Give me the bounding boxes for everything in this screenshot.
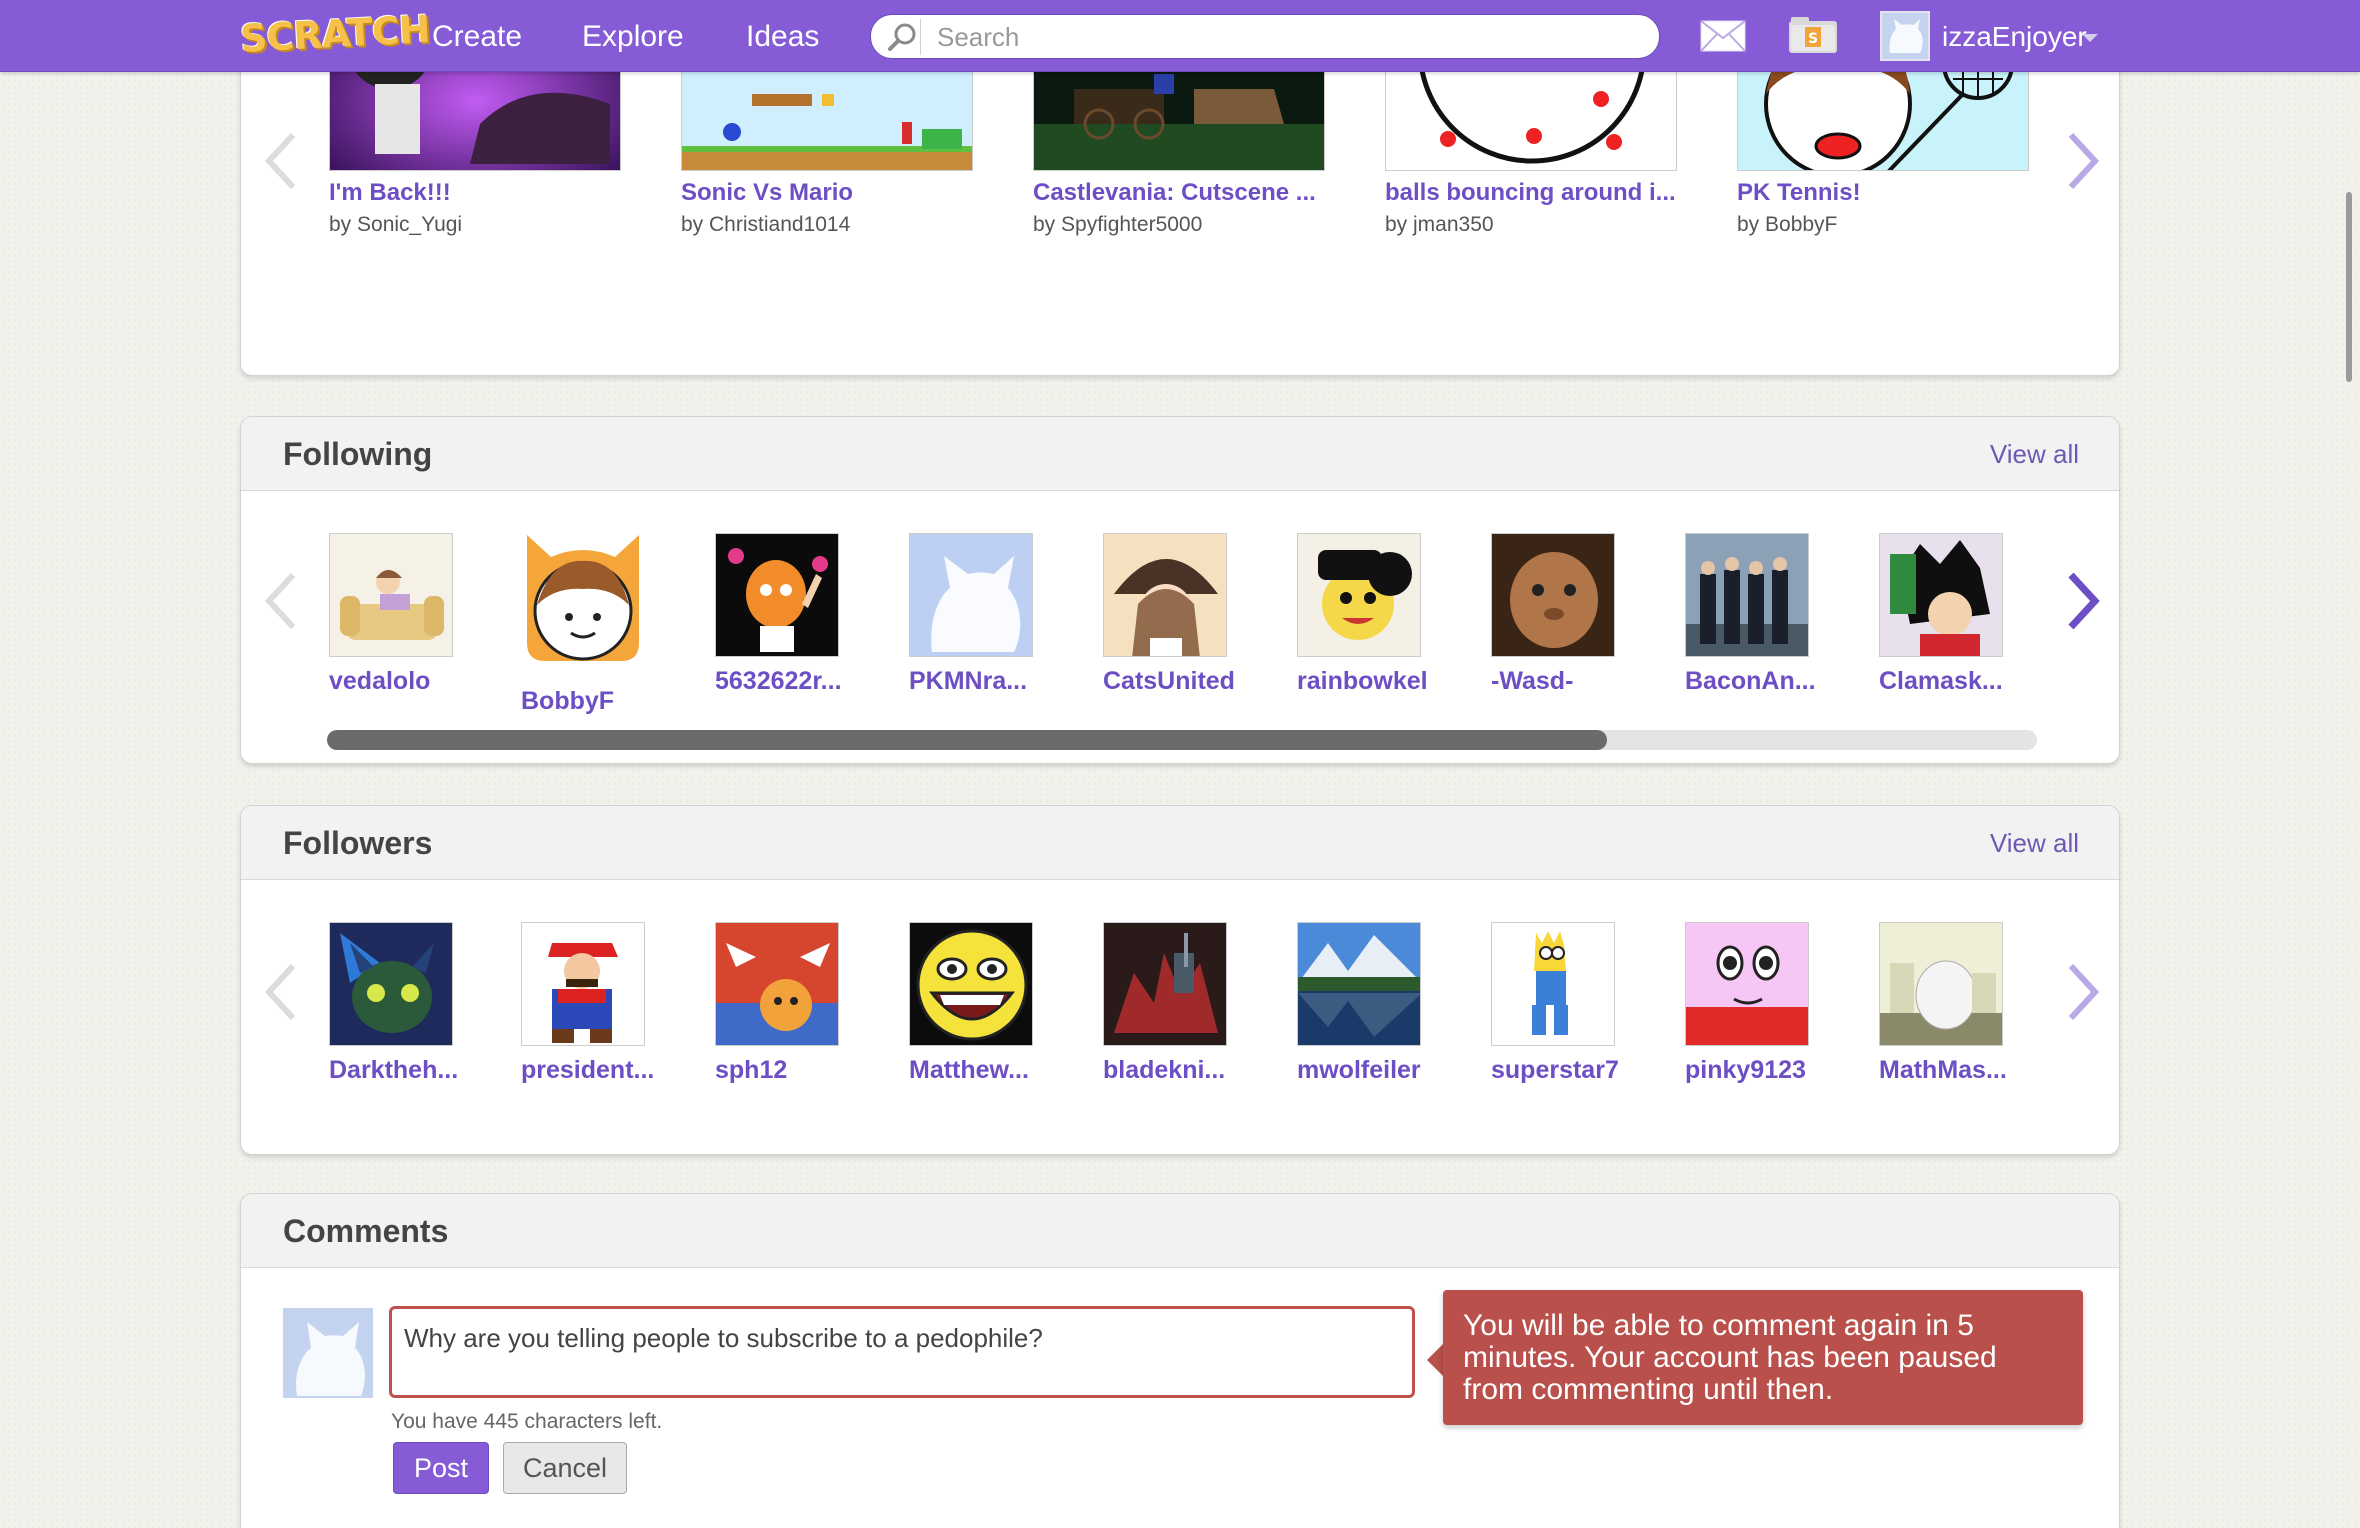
user-avatar[interactable]	[1103, 533, 1227, 657]
project-title[interactable]: PK Tennis!	[1737, 179, 2037, 207]
user-avatar[interactable]	[1103, 922, 1227, 1046]
user-avatar[interactable]	[329, 533, 453, 657]
messages-icon[interactable]	[1700, 20, 1746, 52]
project-title[interactable]: balls bouncing around i...	[1385, 179, 1685, 207]
next-arrow-icon[interactable]	[2063, 131, 2103, 191]
project-title[interactable]: I'm Back!!!	[329, 179, 629, 207]
error-tooltip-pointer	[1427, 1344, 1443, 1376]
user-name[interactable]: BaconAn...	[1685, 667, 1885, 696]
project-author[interactable]: by Christiand1014	[681, 213, 981, 237]
cancel-button[interactable]: Cancel	[503, 1442, 627, 1494]
user-avatar[interactable]	[715, 533, 839, 657]
nav-ideas[interactable]: Ideas	[746, 0, 819, 72]
followers-box: Followers View all Darktheh... president…	[240, 805, 2120, 1155]
project-title[interactable]: Sonic Vs Mario	[681, 179, 981, 207]
user-name[interactable]: BobbyF	[521, 687, 721, 716]
user-avatar[interactable]	[1685, 533, 1809, 657]
user-name[interactable]: superstar7	[1491, 1056, 1691, 1085]
nav-create[interactable]: Create	[432, 0, 522, 72]
following-box: Following View all vedalolo BobbyF 56326…	[240, 416, 2120, 764]
user-avatar[interactable]	[1297, 533, 1421, 657]
user-avatar[interactable]	[909, 533, 1033, 657]
user-avatar[interactable]	[1491, 922, 1615, 1046]
top-navbar: SCRATCH Create Explore Ideas S izzaEnjoy…	[0, 0, 2360, 72]
user-avatar[interactable]	[909, 922, 1033, 1046]
project-author[interactable]: by Spyfighter5000	[1033, 213, 1333, 237]
scratch-logo[interactable]: SCRATCH	[239, 6, 431, 64]
user-name[interactable]: president...	[521, 1056, 721, 1085]
user-name[interactable]: Darktheh...	[329, 1056, 529, 1085]
user-name[interactable]: -Wasd-	[1491, 667, 1691, 696]
user-avatar[interactable]	[1685, 922, 1809, 1046]
user-avatar[interactable]	[715, 922, 839, 1046]
user-name[interactable]: 5632622r...	[715, 667, 915, 696]
user-name[interactable]: rainbowkel	[1297, 667, 1497, 696]
horizontal-scrollbar[interactable]	[327, 730, 2037, 750]
next-arrow-icon[interactable]	[2063, 962, 2103, 1022]
chevron-down-icon[interactable]	[2082, 34, 2098, 42]
user-name[interactable]: pinky9123	[1685, 1056, 1885, 1085]
comments-title: Comments	[283, 1213, 449, 1249]
user-avatar[interactable]	[1880, 11, 1930, 61]
comment-error-tooltip: You will be able to comment again in 5 m…	[1443, 1290, 2083, 1425]
user-avatar[interactable]	[1297, 922, 1421, 1046]
user-name[interactable]: mwolfeiler	[1297, 1056, 1497, 1085]
user-name[interactable]: bladekni...	[1103, 1056, 1303, 1085]
commenter-avatar	[283, 1308, 373, 1398]
comments-header: Comments	[241, 1194, 2119, 1268]
comments-box: Comments Why are you telling people to s…	[240, 1193, 2120, 1528]
user-name[interactable]: CatsUnited	[1103, 667, 1303, 696]
comment-input[interactable]: Why are you telling people to subscribe …	[389, 1306, 1415, 1398]
svg-text:S: S	[1808, 31, 1818, 47]
page-scrollbar[interactable]	[2346, 192, 2352, 382]
user-avatar[interactable]	[521, 922, 645, 1046]
project-author[interactable]: by jman350	[1385, 213, 1685, 237]
user-avatar[interactable]	[521, 513, 645, 663]
user-name[interactable]: Clamask...	[1879, 667, 2079, 696]
next-arrow-icon[interactable]	[2063, 571, 2103, 631]
project-title[interactable]: Castlevania: Cutscene ...	[1033, 179, 1333, 207]
scrollbar-thumb[interactable]	[327, 730, 1607, 750]
user-name[interactable]: PKMNra...	[909, 667, 1109, 696]
followers-view-all-link[interactable]: View all	[1990, 806, 2079, 880]
user-avatar[interactable]	[1879, 922, 2003, 1046]
search-bar[interactable]	[870, 14, 1660, 59]
followers-header: Followers View all	[241, 806, 2119, 880]
user-avatar[interactable]	[1879, 533, 2003, 657]
project-author[interactable]: by BobbyF	[1737, 213, 2037, 237]
nav-explore[interactable]: Explore	[582, 0, 684, 72]
search-icon	[885, 19, 921, 55]
user-name[interactable]: vedalolo	[329, 667, 529, 696]
user-name[interactable]: MathMas...	[1879, 1056, 2079, 1085]
characters-remaining: You have 445 characters left.	[391, 1410, 663, 1433]
user-avatar[interactable]	[1491, 533, 1615, 657]
project-author[interactable]: by Sonic_Yugi	[329, 213, 629, 237]
post-button[interactable]: Post	[393, 1442, 489, 1494]
username-label[interactable]: izzaEnjoyer	[1942, 0, 2087, 74]
user-avatar[interactable]	[329, 922, 453, 1046]
following-header: Following View all	[241, 417, 2119, 491]
user-name[interactable]: Matthew...	[909, 1056, 1109, 1085]
my-stuff-icon[interactable]: S	[1787, 15, 1839, 55]
following-view-all-link[interactable]: View all	[1990, 417, 2079, 491]
prev-arrow-icon[interactable]	[261, 131, 301, 191]
search-input[interactable]	[937, 20, 1637, 54]
followers-title: Followers	[283, 825, 433, 861]
prev-arrow-icon[interactable]	[261, 962, 301, 1022]
following-title: Following	[283, 436, 433, 472]
user-name[interactable]: sph12	[715, 1056, 915, 1085]
prev-arrow-icon[interactable]	[261, 571, 301, 631]
